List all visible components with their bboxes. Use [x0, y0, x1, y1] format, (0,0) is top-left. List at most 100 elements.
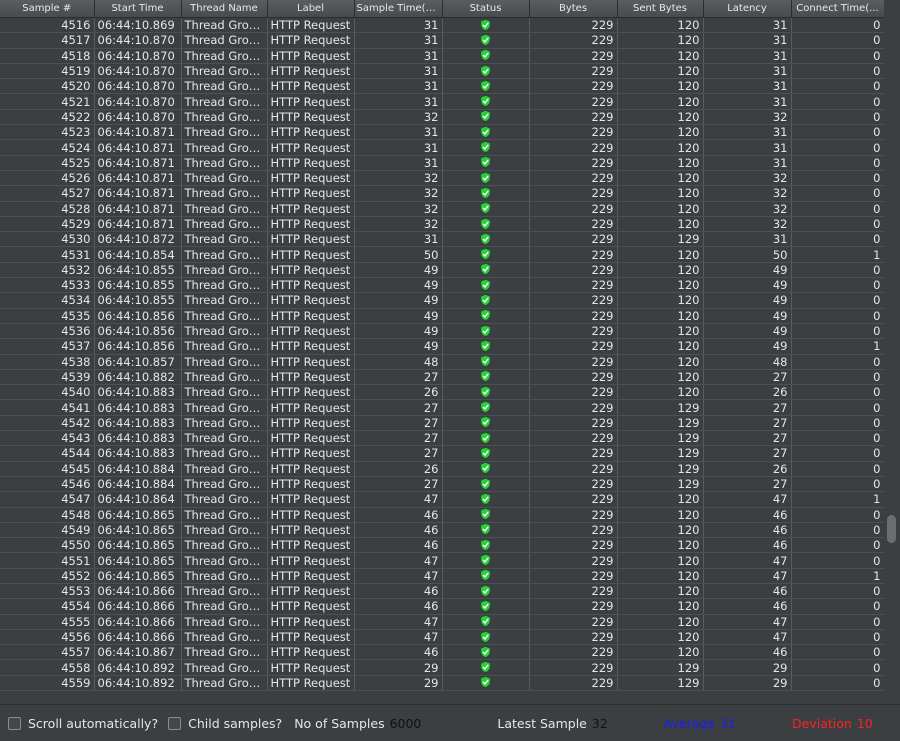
table-row[interactable]: 4554 06:44:10.866 Thread Grou... HTTP Reque…	[0, 598, 884, 615]
table-cell: HTTP Request	[267, 93, 355, 110]
table-row[interactable]: 4520 06:44:10.870 Thread Grou... HTTP Reque…	[0, 78, 884, 95]
table-cell: 32	[354, 216, 443, 233]
table-row[interactable]: 4538 06:44:10.857 Thread Grou... HTTP Reque…	[0, 354, 884, 370]
table-row[interactable]: 4526 06:44:10.871 Thread Grou... HTTP Reque…	[0, 170, 884, 187]
table-cell: 229	[529, 369, 618, 386]
table-row[interactable]: 4534 06:44:10.855 Thread Grou... HTTP Reque…	[0, 292, 884, 309]
table-cell: 0	[791, 537, 884, 554]
table-cell: 129	[617, 461, 704, 477]
table-cell: Thread Grou...	[181, 292, 268, 309]
table-cell: 0	[791, 292, 884, 309]
table-row[interactable]: 4536 06:44:10.856 Thread Grou... HTTP Reque…	[0, 323, 884, 340]
table-cell: 47	[354, 491, 443, 508]
table-cell: 06:44:10.870	[94, 63, 182, 80]
table-row[interactable]: 4535 06:44:10.856 Thread Grou... HTTP Reque…	[0, 308, 884, 324]
table-row[interactable]: 4539 06:44:10.882 Thread Grou... HTTP Reque…	[0, 369, 884, 386]
column-header[interactable]: Label	[267, 0, 355, 18]
table-cell: Thread Grou...	[181, 430, 268, 447]
success-shield-icon	[480, 584, 491, 597]
table-cell: HTTP Request	[267, 354, 355, 370]
table-cell: 120	[617, 537, 704, 554]
table-row[interactable]: 4531 06:44:10.854 Thread Grou... HTTP Reque…	[0, 246, 884, 263]
table-row[interactable]: 4529 06:44:10.871 Thread Grou... HTTP Reque…	[0, 216, 884, 233]
table-row[interactable]: 4530 06:44:10.872 Thread Grou... HTTP Reque…	[0, 231, 884, 248]
table-row[interactable]: 4553 06:44:10.866 Thread Grou... HTTP Reque…	[0, 583, 884, 600]
success-shield-icon	[480, 508, 491, 520]
table-cell: 229	[529, 659, 618, 676]
table-row[interactable]: 4519 06:44:10.870 Thread Grou... HTTP Reque…	[0, 63, 884, 80]
table-row[interactable]: 4549 06:44:10.865 Thread Grou... HTTP Reque…	[0, 522, 884, 539]
table-cell: HTTP Request	[267, 78, 355, 95]
table-cell	[442, 246, 530, 263]
table-cell: 0	[791, 170, 884, 187]
table-cell: 0	[791, 461, 884, 477]
table-cell: Thread Grou...	[181, 338, 268, 355]
table-cell: 120	[617, 277, 704, 294]
table-row[interactable]: 4550 06:44:10.865 Thread Grou... HTTP Reque…	[0, 537, 884, 554]
table-row[interactable]: 4558 06:44:10.892 Thread Grou... HTTP Reque…	[0, 659, 884, 676]
scrollbar-thumb[interactable]	[887, 515, 896, 543]
table-row[interactable]: 4522 06:44:10.870 Thread Grou... HTTP Reque…	[0, 109, 884, 126]
table-row[interactable]: 4523 06:44:10.871 Thread Grou... HTTP Reque…	[0, 124, 884, 141]
table-row[interactable]: 4543 06:44:10.883 Thread Grou... HTTP Reque…	[0, 430, 884, 447]
success-shield-icon	[480, 49, 491, 62]
table-cell: 06:44:10.869	[94, 17, 182, 34]
table-cell: 229	[529, 384, 618, 401]
table-cell: 4530	[0, 231, 95, 248]
latest-sample-label: Latest Sample	[497, 715, 587, 731]
table-row[interactable]: 4544 06:44:10.883 Thread Grou... HTTP Reque…	[0, 445, 884, 462]
column-header[interactable]: Sent Bytes	[617, 0, 704, 18]
checkbox-box[interactable]	[168, 716, 182, 730]
table-row[interactable]: 4540 06:44:10.883 Thread Grou... HTTP Reque…	[0, 384, 884, 401]
table-row[interactable]: 4518 06:44:10.870 Thread Grou... HTTP Reque…	[0, 48, 884, 64]
table-row[interactable]: 4525 06:44:10.871 Thread Grou... HTTP Reque…	[0, 155, 884, 171]
table-row[interactable]: 4516 06:44:10.869 Thread Grou... HTTP Reque…	[0, 17, 884, 34]
table-cell: 47	[703, 491, 792, 508]
table-row[interactable]: 4547 06:44:10.864 Thread Grou... HTTP Reque…	[0, 491, 884, 508]
table-cell: Thread Grou...	[181, 507, 268, 523]
table-cell: 4534	[0, 292, 95, 309]
child-samples-checkbox[interactable]: Child samples?	[168, 716, 282, 731]
column-header[interactable]: Latency	[703, 0, 792, 18]
table-cell: Thread Grou...	[181, 185, 268, 202]
table-row[interactable]: 4533 06:44:10.855 Thread Grou... HTTP Reque…	[0, 277, 884, 294]
table-row[interactable]: 4521 06:44:10.870 Thread Grou... HTTP Reque…	[0, 93, 884, 110]
column-header[interactable]: Start Time	[94, 0, 182, 18]
table-row[interactable]: 4548 06:44:10.865 Thread Grou... HTTP Reque…	[0, 507, 884, 523]
column-header[interactable]: Status	[442, 0, 530, 18]
table-row[interactable]: 4527 06:44:10.871 Thread Grou... HTTP Reque…	[0, 185, 884, 202]
table-row[interactable]: 4555 06:44:10.866 Thread Grou... HTTP Reque…	[0, 614, 884, 630]
table-row[interactable]: 4541 06:44:10.883 Thread Grou... HTTP Reque…	[0, 399, 884, 416]
table-row[interactable]: 4551 06:44:10.865 Thread Grou... HTTP Reque…	[0, 552, 884, 569]
table-cell: 229	[529, 354, 618, 370]
table-cell: 32	[354, 170, 443, 187]
table-row[interactable]: 4545 06:44:10.884 Thread Grou... HTTP Reque…	[0, 461, 884, 477]
table-cell: 4538	[0, 354, 95, 370]
success-shield-icon	[480, 630, 491, 643]
column-header[interactable]: Bytes	[529, 0, 618, 18]
table-row[interactable]: 4517 06:44:10.870 Thread Grou... HTTP Reque…	[0, 32, 884, 49]
table-row[interactable]: 4524 06:44:10.871 Thread Grou... HTTP Reque…	[0, 139, 884, 156]
column-header[interactable]: Sample #	[0, 0, 95, 18]
table-row[interactable]: 4528 06:44:10.871 Thread Grou... HTTP Reque…	[0, 201, 884, 217]
table-row[interactable]: 4552 06:44:10.865 Thread Grou... HTTP Reque…	[0, 568, 884, 584]
table-cell: 32	[703, 185, 792, 202]
vertical-scrollbar[interactable]	[884, 0, 900, 704]
table-row[interactable]: 4537 06:44:10.856 Thread Grou... HTTP Reque…	[0, 338, 884, 355]
column-header[interactable]: Thread Name	[181, 0, 268, 18]
checkbox-box[interactable]	[8, 716, 21, 730]
table-cell: HTTP Request	[267, 246, 355, 263]
table-cell: 29	[703, 659, 792, 676]
table-row[interactable]: 4556 06:44:10.866 Thread Grou... HTTP Reque…	[0, 629, 884, 646]
table-cell: HTTP Request	[267, 124, 355, 141]
column-header[interactable]: Connect Time(...	[791, 0, 884, 18]
table-row[interactable]: 4559 06:44:10.892 Thread Grou... HTTP Reque…	[0, 675, 884, 692]
table-row[interactable]: 4546 06:44:10.884 Thread Grou... HTTP Reque…	[0, 476, 884, 493]
table-cell: 229	[529, 32, 618, 49]
table-row[interactable]: 4532 06:44:10.855 Thread Grou... HTTP Reque…	[0, 262, 884, 279]
table-row[interactable]: 4542 06:44:10.883 Thread Grou... HTTP Reque…	[0, 415, 884, 432]
column-header[interactable]: Sample Time(ms)	[354, 0, 443, 18]
scroll-automatically-checkbox[interactable]: Scroll automatically?	[8, 716, 158, 731]
table-cell: 31	[354, 124, 443, 141]
table-row[interactable]: 4557 06:44:10.867 Thread Grou... HTTP Reque…	[0, 644, 884, 661]
